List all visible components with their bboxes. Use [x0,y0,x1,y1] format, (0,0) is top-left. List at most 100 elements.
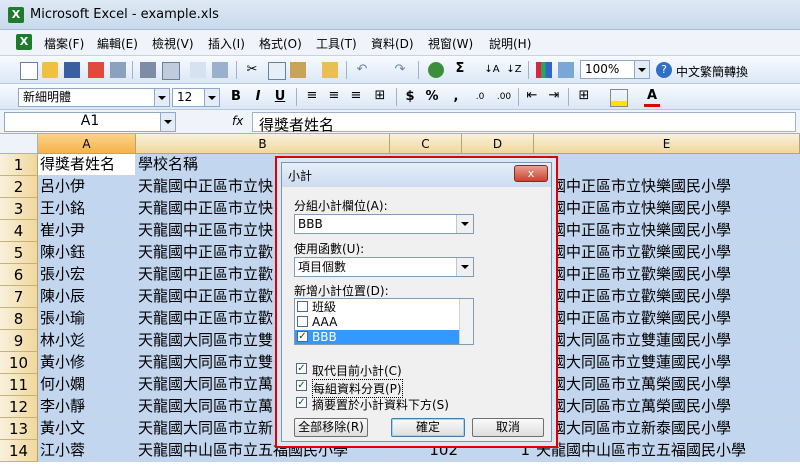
cell-e[interactable]: 龍國中正區市立歡樂國民小學 [534,242,800,264]
cell-e[interactable]: 龍國大同區市立雙蓮國民小學 [534,330,800,352]
checkbox[interactable] [297,301,308,312]
menu-tools[interactable]: 工具(T) [316,35,357,52]
font-size-combo[interactable]: 12 [172,88,220,107]
cell-a[interactable]: 李小靜 [38,396,136,418]
column-header-e[interactable]: E [534,134,800,154]
open-icon[interactable] [42,62,58,78]
cell-e[interactable]: 龍國中正區市立快樂國民小學 [534,176,800,198]
align-center-icon[interactable]: ≡ [326,88,342,104]
select-all-corner[interactable] [0,134,38,154]
undo-icon[interactable]: ↶ [354,62,370,78]
formula-input[interactable]: 得獎者姓名 [252,112,796,134]
ok-button[interactable]: 確定 [391,418,465,437]
bold-button[interactable]: B [228,89,244,105]
add-subtotal-list[interactable]: 班級 AAA ✓ BBB [294,298,474,345]
email-icon[interactable] [110,62,126,78]
autosum-icon[interactable]: Σ [452,61,468,77]
menu-edit[interactable]: 編輯(E) [97,35,138,52]
cancel-button[interactable]: 取消 [472,418,544,437]
checkbox[interactable]: ✓ [297,331,308,342]
cell-e[interactable]: 龍國中正區市立歡樂國民小學 [534,286,800,308]
sort-descending-icon[interactable]: ↓Z [506,62,522,78]
currency-button[interactable]: $ [402,89,418,105]
menu-format[interactable]: 格式(O) [259,35,302,52]
hyperlink-icon[interactable] [428,62,444,78]
cell-e[interactable]: 龍國中正區市立歡樂國民小學 [534,308,800,330]
cell-e[interactable]: 龍國大同區市立萬榮國民小學 [534,374,800,396]
cell-a[interactable]: 林小彣 [38,330,136,352]
row-header[interactable]: 7 [0,286,38,308]
row-header[interactable]: 1 [0,154,38,176]
help-icon[interactable]: ? [656,62,672,78]
menu-data[interactable]: 資料(D) [371,35,414,52]
font-color-icon[interactable]: A [644,88,660,107]
menu-help[interactable]: 說明(H) [489,35,531,52]
drawing-icon[interactable] [558,62,574,78]
translate-button[interactable]: 中文繁簡轉換 [676,63,748,80]
row-header[interactable]: 13 [0,418,38,440]
zoom-combo[interactable]: 100% [580,60,650,79]
print-preview-icon[interactable] [162,62,180,80]
chart-wizard-icon[interactable] [536,62,552,78]
checkbox[interactable]: ✓ [296,397,307,408]
increase-decimal-icon[interactable]: .0 [470,89,490,105]
merge-center-icon[interactable]: ⊞ [372,88,388,104]
decrease-decimal-icon[interactable]: .00 [494,89,514,105]
font-name-combo[interactable]: 新細明體 [18,88,170,107]
paste-icon[interactable] [290,62,306,78]
chevron-down-icon[interactable] [456,258,473,276]
replace-subtotals-option[interactable]: ✓ 取代目前小計(C) [296,361,456,378]
menu-window[interactable]: 視窗(W) [428,35,473,52]
print-icon[interactable] [140,62,156,78]
cell-e[interactable]: 天龍國中山區市立五福國民小學 [534,440,800,462]
function-icon[interactable]: fx [232,114,243,128]
cell-a[interactable]: 王小銘 [38,198,136,220]
close-button[interactable]: x [514,165,548,182]
fill-color-icon[interactable] [610,89,628,107]
align-right-icon[interactable]: ≡ [348,88,364,104]
format-painter-icon[interactable] [322,62,338,78]
column-header-c[interactable]: C [390,134,462,154]
remove-all-button[interactable]: 全部移除(R) [294,418,368,437]
row-header[interactable]: 3 [0,198,38,220]
page-break-option[interactable]: ✓ 每組資料分頁(P) [296,378,456,398]
chevron-down-icon[interactable] [154,89,169,106]
function-select[interactable]: 項目個數 [294,257,474,277]
redo-icon[interactable]: ↷ [392,62,408,78]
list-scrollbar[interactable] [459,299,473,344]
cell-a[interactable]: 崔小尹 [38,220,136,242]
list-item[interactable]: AAA [295,315,460,329]
row-header[interactable]: 4 [0,220,38,242]
new-icon[interactable] [20,62,38,80]
chevron-down-icon[interactable] [634,61,649,78]
list-item-selected[interactable]: ✓ BBB [295,330,460,344]
row-header[interactable]: 2 [0,176,38,198]
cell-a[interactable]: 黃小修 [38,352,136,374]
copy-icon[interactable] [268,62,286,80]
row-header[interactable]: 14 [0,440,38,462]
group-field-select[interactable]: BBB [294,214,474,234]
column-header-d[interactable]: D [462,134,534,154]
decrease-indent-icon[interactable]: ⇤ [524,88,540,104]
menu-file[interactable]: 檔案(F) [44,35,84,52]
workbook-icon[interactable]: X [16,34,32,50]
cell-a[interactable]: 江小蓉 [38,440,136,462]
list-item[interactable]: 班級 [295,300,460,314]
permission-icon[interactable] [88,62,104,78]
summary-below-option[interactable]: ✓ 摘要置於小計資料下方(S) [296,395,466,412]
comma-button[interactable]: , [448,89,464,105]
cell-a[interactable]: 張小瑜 [38,308,136,330]
chevron-down-icon[interactable] [160,113,175,131]
cell-e[interactable]: B [534,154,800,176]
column-header-b[interactable]: B [136,134,390,154]
checkbox[interactable]: ✓ [296,380,307,391]
row-header[interactable]: 11 [0,374,38,396]
cell-e[interactable]: 龍國大同區市立新泰國民小學 [534,418,800,440]
research-icon[interactable] [212,62,228,78]
row-header[interactable]: 10 [0,352,38,374]
chevron-down-icon[interactable] [204,89,219,106]
save-icon[interactable] [64,62,80,78]
cell-a[interactable]: 得獎者姓名 [38,154,136,176]
cell-a[interactable]: 黃小文 [38,418,136,440]
name-box[interactable]: A1 [4,112,176,132]
